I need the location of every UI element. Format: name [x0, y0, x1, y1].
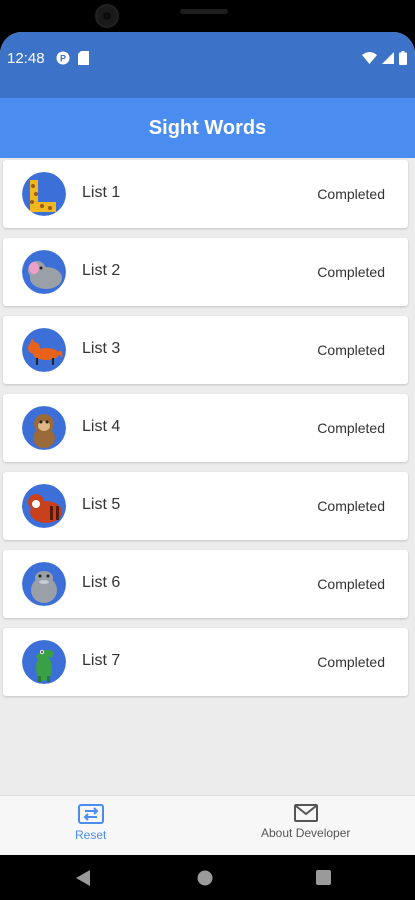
list-item[interactable]: List 1 Completed — [3, 160, 408, 228]
elephant-avatar-icon — [22, 250, 66, 294]
status-bar: 12:48 P — [0, 32, 415, 98]
page-title: Sight Words — [148, 116, 267, 139]
monkey-avatar-icon — [22, 406, 66, 450]
hippo-avatar-icon — [22, 562, 66, 606]
reset-icon — [77, 804, 104, 824]
reset-tab[interactable]: Reset — [75, 804, 106, 842]
list-label: List 2 — [82, 262, 121, 279]
fox-avatar-icon — [22, 328, 66, 372]
wifi-icon — [362, 52, 377, 64]
sd-card-icon — [78, 51, 89, 65]
p-icon: P — [56, 51, 70, 65]
list-label: List 6 — [82, 574, 121, 591]
list-item[interactable]: List 3 Completed — [3, 316, 408, 384]
completion-status: Completed — [317, 342, 385, 358]
list-item[interactable]: List 5 Completed — [3, 472, 408, 540]
list-item[interactable]: List 2 Completed — [3, 238, 408, 306]
list-label: List 1 — [82, 184, 121, 201]
list-item[interactable]: List 6 Completed — [3, 550, 408, 618]
signal-icon — [382, 52, 394, 64]
app-bar: Sight Words — [0, 98, 415, 158]
phone-bezel-top — [0, 0, 415, 32]
list-item[interactable]: List 4 Completed — [3, 394, 408, 462]
home-icon[interactable] — [197, 870, 213, 886]
earpiece-speaker — [180, 9, 228, 14]
list-label: List 4 — [82, 418, 121, 435]
completion-status: Completed — [317, 654, 385, 670]
app-screen: 12:48 P Sight Words List 1 Completed Lis… — [0, 32, 415, 855]
status-icons-right — [362, 51, 407, 65]
completion-status: Completed — [317, 576, 385, 592]
list-label: List 5 — [82, 496, 121, 513]
crocodile-avatar-icon — [22, 640, 66, 684]
battery-icon — [399, 51, 407, 65]
reset-label: Reset — [75, 828, 107, 842]
front-camera — [95, 4, 119, 28]
red-panda-avatar-icon — [22, 484, 66, 528]
system-navigation-bar — [0, 855, 415, 900]
svg-text:P: P — [60, 54, 66, 64]
list-item[interactable]: List 7 Completed — [3, 628, 408, 696]
completion-status: Completed — [317, 498, 385, 514]
about-developer-tab[interactable]: About Developer — [261, 804, 350, 840]
completion-status: Completed — [317, 420, 385, 436]
status-time: 12:48 — [7, 50, 45, 67]
completion-status: Completed — [317, 186, 385, 202]
giraffe-avatar-icon — [22, 172, 66, 216]
back-icon[interactable] — [76, 870, 92, 886]
recents-icon[interactable] — [316, 870, 331, 885]
list-label: List 3 — [82, 340, 121, 357]
completion-status: Completed — [317, 264, 385, 280]
bottom-navigation: Reset About Developer — [0, 795, 415, 855]
list-label: List 7 — [82, 652, 121, 669]
about-developer-label: About Developer — [261, 826, 351, 840]
status-icons-left: P — [56, 51, 89, 65]
mail-icon — [293, 804, 318, 822]
